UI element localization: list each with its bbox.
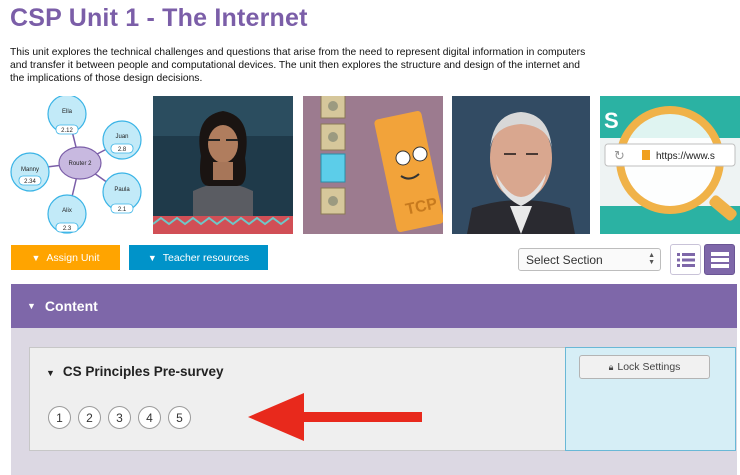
node-value: 2.34 (24, 179, 36, 185)
node-value: 2.1 (118, 207, 127, 213)
teacher-resources-label: Teacher resources (162, 251, 250, 264)
caret-down-icon: ▼ (46, 368, 55, 378)
red-arrow-icon (248, 393, 422, 441)
router-label: Router 2 (68, 161, 92, 167)
lock-settings-panel: 🔒︎ Lock Settings (565, 347, 736, 451)
list-view-button[interactable] (670, 244, 701, 275)
unit-description: This unit explores the technical challen… (10, 47, 586, 84)
assign-unit-button[interactable]: ▼ Assign Unit (11, 245, 120, 270)
secure-url-image[interactable]: S ↻ https://www.s (600, 96, 740, 234)
progress-bubble-5[interactable]: 5 (168, 406, 191, 429)
url-text: https://www.s (656, 151, 715, 162)
section-select-value: Select Section (526, 252, 603, 267)
node-value: 2.12 (61, 128, 73, 134)
node-name: Juan (115, 134, 128, 140)
progress-bubble-2[interactable]: 2 (78, 406, 101, 429)
content-section-header[interactable]: ▼ Content (11, 284, 737, 328)
banner-letter: S (604, 108, 619, 133)
content-header-label: Content (44, 298, 98, 314)
node-value: 2.8 (118, 147, 127, 153)
node-name: Ella (62, 109, 73, 115)
node-name: Paula (114, 187, 130, 193)
lesson-progress-bubbles: 1 2 3 4 5 (48, 406, 198, 429)
node-value: 2.3 (63, 226, 72, 232)
teacher-resources-button[interactable]: ▼ Teacher resources (129, 245, 268, 270)
lock-icon: 🔒︎ (608, 361, 614, 372)
section-select[interactable]: Select Section ▲ ▼ (518, 248, 661, 271)
progress-bubble-4[interactable]: 4 (138, 406, 161, 429)
node-name: Alix (62, 208, 72, 214)
network-diagram-image[interactable]: Router 2 Ella 2.12 Juan 2.8 Manny 2.34 P… (10, 96, 145, 234)
progress-bubble-3[interactable]: 3 (108, 406, 131, 429)
lock-settings-button[interactable]: 🔒︎ Lock Settings (579, 355, 710, 379)
caret-down-icon: ▼ (31, 252, 41, 263)
detail-view-button[interactable] (704, 244, 735, 275)
select-arrows-icon: ▲ ▼ (648, 252, 655, 266)
detail-view-icon (710, 251, 729, 268)
lesson-title-text: CS Principles Pre-survey (62, 364, 224, 379)
svg-text:↻: ↻ (614, 149, 625, 164)
video-thumbnail-presenter[interactable] (153, 96, 293, 234)
caret-down-icon: ▼ (147, 252, 157, 263)
caret-down-icon: ▼ (27, 301, 36, 311)
tcp-illustration-image[interactable]: TCP (303, 96, 443, 234)
list-view-icon (676, 252, 695, 267)
node-name: Manny (21, 167, 39, 173)
assign-unit-label: Assign Unit (46, 251, 100, 264)
progress-bubble-1[interactable]: 1 (48, 406, 71, 429)
lesson-title[interactable]: ▼ CS Principles Pre-survey (46, 364, 224, 379)
speaker-portrait-image[interactable] (452, 96, 590, 234)
unit-title: CSP Unit 1 - The Internet (10, 4, 308, 32)
lock-settings-label: Lock Settings (617, 361, 681, 373)
